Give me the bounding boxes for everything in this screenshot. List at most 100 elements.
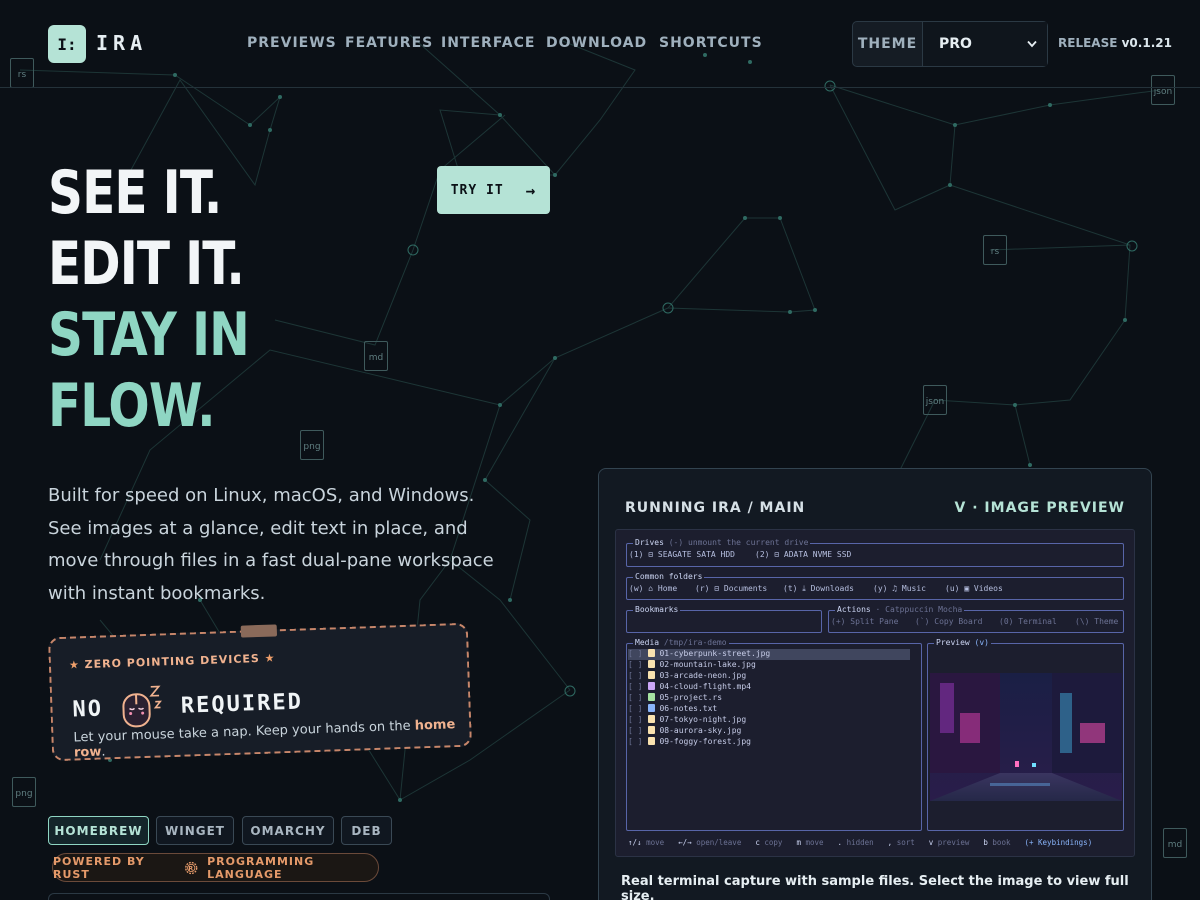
keybinding-hints: ↑/↓ move ←/→ open/leave c copy m move . hidd… [628, 838, 1128, 847]
media-file-row[interactable]: [ ] 03-arcade-neon.jpg [628, 671, 910, 682]
media-file-row[interactable]: [ ] 04-cloud-flight.mp4 [628, 682, 910, 693]
file-icon: json [923, 385, 947, 415]
file-name: 07-tokyo-night.jpg [659, 715, 747, 724]
cyberpunk-street-preview-image[interactable] [930, 673, 1122, 801]
actions-box: Actions · Catppuccin Mocha (+) Split Pan… [828, 605, 1124, 633]
logo-mark[interactable]: I: [48, 25, 86, 63]
file-type-icon [648, 682, 656, 690]
action-theme: (\) Theme [1075, 617, 1119, 626]
file-type-icon [648, 715, 656, 723]
file-name: 03-arcade-neon.jpg [659, 671, 747, 680]
checkbox-icon: [ ] [628, 704, 643, 713]
file-type-icon [648, 649, 656, 657]
folder-documents: (r) ⊟ Documents [695, 584, 768, 593]
checkbox-icon: [ ] [628, 660, 643, 669]
keybinding-hint: b book [983, 838, 1011, 847]
keybinding-hint: v preview [928, 838, 970, 847]
hero-description: Built for speed on Linux, macOS, and Win… [48, 485, 494, 604]
folder-downloads: (t) ⤓ Downloads [783, 584, 854, 593]
nav-download[interactable]: DOWNLOAD [546, 35, 647, 51]
file-type-icon [648, 726, 656, 734]
file-name: 05-project.rs [659, 693, 723, 702]
theme-label: THEME [853, 22, 923, 66]
chevron-down-icon [1027, 40, 1037, 48]
file-name: 06-notes.txt [659, 704, 718, 713]
tab-homebrew[interactable]: HOMEBREW [48, 816, 149, 845]
keybinding-hint: c copy [755, 838, 783, 847]
media-file-row[interactable]: [ ] 01-cyberpunk-street.jpg [628, 649, 910, 660]
file-name: 02-mountain-lake.jpg [659, 660, 756, 669]
tab-omarchy[interactable]: OMARCHY [242, 816, 334, 845]
media-file-row[interactable]: [ ] 08-aurora-sky.jpg [628, 726, 910, 737]
keybinding-hint: m move [796, 838, 824, 847]
file-icon: png [12, 777, 36, 807]
file-name: 09-foggy-forest.jpg [659, 737, 751, 746]
nav-shortcuts[interactable]: SHORTCUTS [659, 35, 763, 51]
install-command-box [48, 893, 550, 900]
media-file-row[interactable]: [ ] 02-mountain-lake.jpg [628, 660, 910, 671]
file-name: 04-cloud-flight.mp4 [659, 682, 751, 691]
theme-select[interactable]: PRO [923, 22, 1047, 66]
star-icon: ★ [68, 658, 81, 672]
file-type-icon [648, 704, 656, 712]
panel-title: RUNNING IRA / MAIN [625, 500, 806, 516]
arrow-right-icon: → [525, 180, 537, 200]
release-version: RELEASE v0.1.21 [1058, 36, 1172, 50]
panel-caption: Real terminal capture with sample files.… [621, 874, 1129, 900]
common-folders-box: Common folders (w) ⌂ Home (r) ⊟ Document… [626, 572, 1124, 600]
nav-interface[interactable]: INTERFACE [441, 35, 535, 51]
file-type-icon [648, 671, 656, 679]
folder-videos: (u) ▣ Videos [945, 584, 1003, 593]
media-file-row[interactable]: [ ] 05-project.rs [628, 693, 910, 704]
file-type-icon [648, 693, 656, 701]
checkbox-icon: [ ] [628, 693, 643, 702]
try-it-label: TRY IT [450, 182, 504, 198]
folder-music: (y) ♫ Music [873, 584, 926, 593]
file-icon: md [364, 341, 388, 371]
file-icon: md [1163, 828, 1187, 858]
media-file-row[interactable]: [ ] 09-foggy-forest.jpg [628, 737, 910, 748]
keybinding-hint: ←/→ open/leave [678, 838, 742, 847]
hero-line-1: SEE IT. [48, 158, 222, 228]
nav-previews[interactable]: PREVIEWS [247, 35, 337, 51]
try-it-button[interactable]: TRY IT → [437, 166, 550, 214]
drive-1: (1) ⊟ SEAGATE SATA HDD [629, 550, 735, 559]
keybindings-link[interactable]: (+ Keybindings) [1024, 838, 1092, 847]
rust-gear-icon: R [184, 861, 198, 874]
file-type-icon [648, 660, 656, 668]
keybinding-hint: , sort [887, 838, 915, 847]
terminal-capture[interactable]: Drives (-) unmount the current drive (1)… [615, 529, 1135, 857]
file-icon: png [300, 430, 324, 460]
hero-line-3: STAY IN [48, 300, 250, 370]
tab-winget[interactable]: WINGET [156, 816, 234, 845]
drive-2: (2) ⊟ ADATA NVME SSD [755, 550, 852, 559]
action-copy-board: (`) Copy Board [915, 617, 983, 626]
tape-decoration [240, 624, 278, 638]
top-nav-bar: I: IRA PREVIEWS FEATURES INTERFACE DOWNL… [0, 0, 1200, 88]
drives-box: Drives (-) unmount the current drive (1)… [626, 538, 1124, 567]
star-icon: ★ [264, 651, 276, 665]
hero-line-2: EDIT IT. [48, 229, 245, 299]
brand-name[interactable]: IRA [96, 31, 147, 55]
tab-deb[interactable]: DEB [341, 816, 392, 845]
folder-home: (w) ⌂ Home [629, 584, 678, 593]
powered-by-rust-badge: POWERED BY RUST R PROGRAMMING LANGUAGE [52, 853, 379, 882]
checkbox-icon: [ ] [628, 726, 643, 735]
keybinding-hint: . hidden [837, 838, 874, 847]
panel-mode: V · IMAGE PREVIEW [954, 500, 1125, 516]
hero-line-4: FLOW. [48, 371, 216, 441]
media-file-row[interactable]: [ ] 07-tokyo-night.jpg [628, 715, 910, 726]
checkbox-icon: [ ] [628, 671, 643, 680]
action-split-pane: (+) Split Pane [831, 617, 899, 626]
zero-pointing-card: ★ ZERO POINTING DEVICES ★ NO REQUIRED Le… [47, 622, 473, 762]
theme-value: PRO [939, 36, 972, 52]
checkbox-icon: [ ] [628, 715, 643, 724]
card-title: ★ ZERO POINTING DEVICES ★ [68, 651, 276, 672]
bookmarks-box: Bookmarks [626, 605, 822, 633]
terminal-preview-panel: RUNNING IRA / MAIN V · IMAGE PREVIEW Dri… [598, 468, 1152, 900]
nav-features[interactable]: FEATURES [345, 35, 433, 51]
checkbox-icon: [ ] [628, 682, 643, 691]
media-file-row[interactable]: [ ] 06-notes.txt [628, 704, 910, 715]
svg-text:R: R [188, 864, 194, 872]
file-name: 01-cyberpunk-street.jpg [659, 649, 771, 658]
